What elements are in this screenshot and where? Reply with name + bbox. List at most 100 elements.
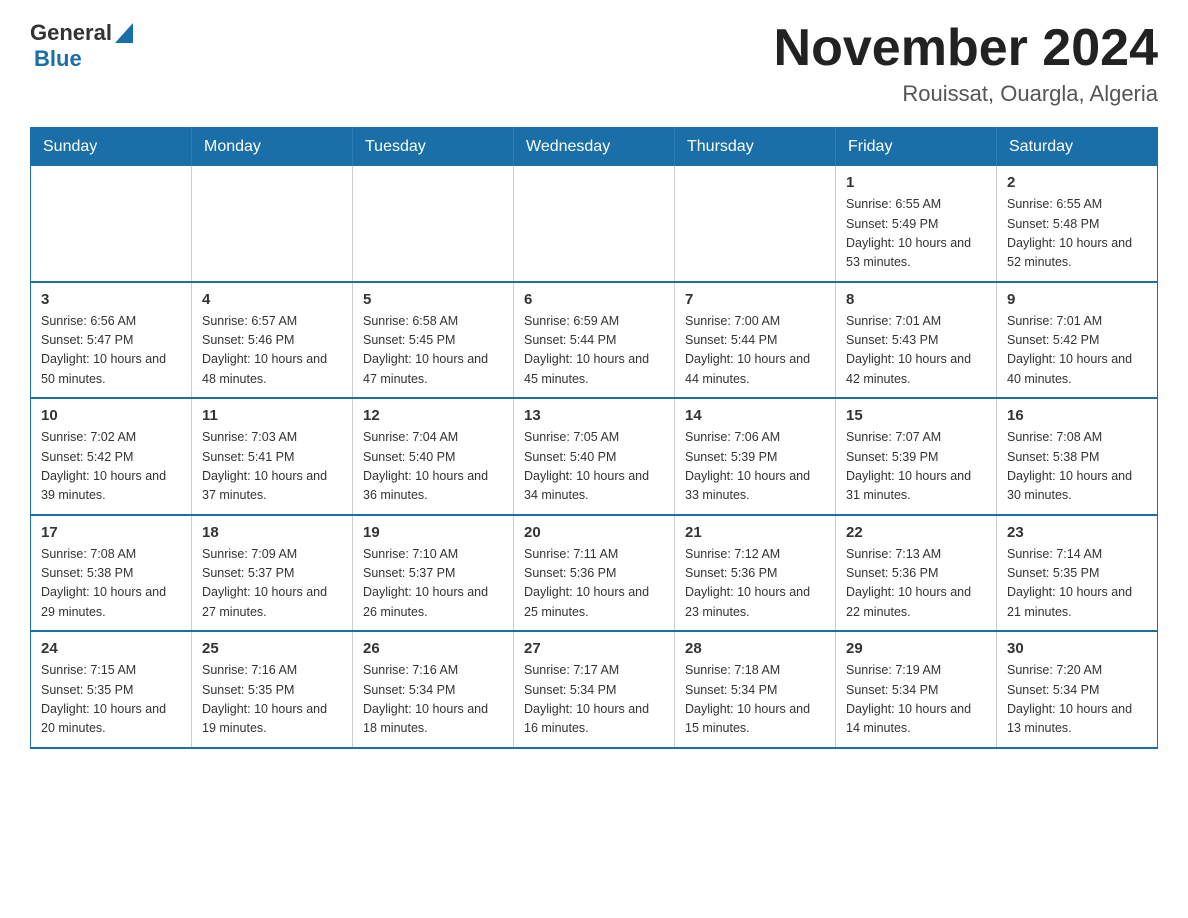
calendar-cell: 27 Sunrise: 7:17 AM Sunset: 5:34 PM Dayli… [514,631,675,748]
day-number: 26 [363,640,503,657]
day-number: 18 [202,524,342,541]
day-number: 15 [846,407,986,424]
calendar-cell: 10 Sunrise: 7:02 AM Sunset: 5:42 PM Dayli… [31,398,192,515]
day-number: 24 [41,640,181,657]
week-row-4: 17 Sunrise: 7:08 AM Sunset: 5:38 PM Dayli… [31,515,1158,632]
weekday-header-wednesday: Wednesday [514,128,675,167]
day-info: Sunrise: 6:55 AM Sunset: 5:48 PM Dayligh… [1007,195,1147,273]
day-info: Sunrise: 7:16 AM Sunset: 5:34 PM Dayligh… [363,661,503,739]
calendar-cell: 16Sunrise: 7:08 AM Sunset: 5:38 PM Dayli… [997,398,1158,515]
day-info: Sunrise: 6:56 AM Sunset: 5:47 PM Dayligh… [41,312,181,390]
week-row-5: 24 Sunrise: 7:15 AM Sunset: 5:35 PM Dayli… [31,631,1158,748]
logo-triangle-icon [115,23,133,43]
day-number: 3 [41,291,181,308]
day-number: 27 [524,640,664,657]
day-info: Sunrise: 7:06 AM Sunset: 5:39 PM Dayligh… [685,428,825,506]
day-number: 21 [685,524,825,541]
day-number: 4 [202,291,342,308]
day-info: Sunrise: 7:00 AM Sunset: 5:44 PM Dayligh… [685,312,825,390]
day-info: Sunrise: 7:09 AM Sunset: 5:37 PM Dayligh… [202,545,342,623]
calendar-cell: 20Sunrise: 7:11 AM Sunset: 5:36 PM Dayli… [514,515,675,632]
day-number: 17 [41,524,181,541]
logo-blue-text: Blue [34,46,82,71]
day-info: Sunrise: 7:16 AM Sunset: 5:35 PM Dayligh… [202,661,342,739]
day-number: 22 [846,524,986,541]
calendar-cell: 1 Sunrise: 6:55 AM Sunset: 5:49 PM Daylig… [836,166,997,282]
calendar-cell: 12Sunrise: 7:04 AM Sunset: 5:40 PM Dayli… [353,398,514,515]
day-number: 12 [363,407,503,424]
day-number: 2 [1007,174,1147,191]
day-number: 20 [524,524,664,541]
day-info: Sunrise: 7:10 AM Sunset: 5:37 PM Dayligh… [363,545,503,623]
title-section: November 2024 Rouissat, Ouargla, Algeria [774,20,1158,107]
calendar-cell: 19Sunrise: 7:10 AM Sunset: 5:37 PM Dayli… [353,515,514,632]
calendar-cell [192,166,353,282]
day-number: 5 [363,291,503,308]
calendar-cell: 14 Sunrise: 7:06 AM Sunset: 5:39 PM Dayli… [675,398,836,515]
calendar-cell: 9 Sunrise: 7:01 AM Sunset: 5:42 PM Daylig… [997,282,1158,399]
day-info: Sunrise: 6:59 AM Sunset: 5:44 PM Dayligh… [524,312,664,390]
day-info: Sunrise: 7:18 AM Sunset: 5:34 PM Dayligh… [685,661,825,739]
day-info: Sunrise: 7:02 AM Sunset: 5:42 PM Dayligh… [41,428,181,506]
calendar-cell: 8Sunrise: 7:01 AM Sunset: 5:43 PM Daylig… [836,282,997,399]
calendar-cell: 29Sunrise: 7:19 AM Sunset: 5:34 PM Dayli… [836,631,997,748]
logo: General Blue [30,20,133,72]
day-info: Sunrise: 7:17 AM Sunset: 5:34 PM Dayligh… [524,661,664,739]
day-number: 14 [685,407,825,424]
day-number: 13 [524,407,664,424]
week-row-3: 10 Sunrise: 7:02 AM Sunset: 5:42 PM Dayli… [31,398,1158,515]
calendar-cell: 21 Sunrise: 7:12 AM Sunset: 5:36 PM Dayli… [675,515,836,632]
weekday-header-sunday: Sunday [31,128,192,167]
day-info: Sunrise: 7:08 AM Sunset: 5:38 PM Dayligh… [41,545,181,623]
day-number: 7 [685,291,825,308]
day-info: Sunrise: 7:05 AM Sunset: 5:40 PM Dayligh… [524,428,664,506]
day-number: 11 [202,407,342,424]
day-number: 28 [685,640,825,657]
calendar-cell [31,166,192,282]
page-header: General Blue November 2024 Rouissat, Oua… [30,20,1158,107]
calendar-cell: 11 Sunrise: 7:03 AM Sunset: 5:41 PM Dayli… [192,398,353,515]
calendar-cell: 7 Sunrise: 7:00 AM Sunset: 5:44 PM Daylig… [675,282,836,399]
day-info: Sunrise: 7:14 AM Sunset: 5:35 PM Dayligh… [1007,545,1147,623]
day-info: Sunrise: 7:12 AM Sunset: 5:36 PM Dayligh… [685,545,825,623]
day-info: Sunrise: 7:03 AM Sunset: 5:41 PM Dayligh… [202,428,342,506]
calendar-cell: 23 Sunrise: 7:14 AM Sunset: 5:35 PM Dayli… [997,515,1158,632]
calendar-cell [675,166,836,282]
month-title: November 2024 [774,20,1158,77]
day-info: Sunrise: 6:55 AM Sunset: 5:49 PM Dayligh… [846,195,986,273]
calendar-table: SundayMondayTuesdayWednesdayThursdayFrid… [30,127,1158,749]
calendar-cell: 2 Sunrise: 6:55 AM Sunset: 5:48 PM Daylig… [997,166,1158,282]
day-number: 30 [1007,640,1147,657]
day-number: 23 [1007,524,1147,541]
day-number: 25 [202,640,342,657]
calendar-cell: 26 Sunrise: 7:16 AM Sunset: 5:34 PM Dayli… [353,631,514,748]
weekday-header-row: SundayMondayTuesdayWednesdayThursdayFrid… [31,128,1158,167]
day-info: Sunrise: 7:15 AM Sunset: 5:35 PM Dayligh… [41,661,181,739]
location-title: Rouissat, Ouargla, Algeria [774,81,1158,107]
week-row-1: 1 Sunrise: 6:55 AM Sunset: 5:49 PM Daylig… [31,166,1158,282]
calendar-cell: 6Sunrise: 6:59 AM Sunset: 5:44 PM Daylig… [514,282,675,399]
calendar-cell: 15Sunrise: 7:07 AM Sunset: 5:39 PM Dayli… [836,398,997,515]
day-info: Sunrise: 7:13 AM Sunset: 5:36 PM Dayligh… [846,545,986,623]
calendar-cell: 5Sunrise: 6:58 AM Sunset: 5:45 PM Daylig… [353,282,514,399]
calendar-cell [353,166,514,282]
calendar-cell: 28 Sunrise: 7:18 AM Sunset: 5:34 PM Dayli… [675,631,836,748]
day-info: Sunrise: 7:01 AM Sunset: 5:43 PM Dayligh… [846,312,986,390]
day-number: 9 [1007,291,1147,308]
day-info: Sunrise: 7:19 AM Sunset: 5:34 PM Dayligh… [846,661,986,739]
calendar-cell: 24 Sunrise: 7:15 AM Sunset: 5:35 PM Dayli… [31,631,192,748]
day-number: 10 [41,407,181,424]
calendar-cell: 30Sunrise: 7:20 AM Sunset: 5:34 PM Dayli… [997,631,1158,748]
weekday-header-tuesday: Tuesday [353,128,514,167]
day-number: 1 [846,174,986,191]
logo-general-text: General [30,20,112,46]
day-info: Sunrise: 7:01 AM Sunset: 5:42 PM Dayligh… [1007,312,1147,390]
day-info: Sunrise: 7:08 AM Sunset: 5:38 PM Dayligh… [1007,428,1147,506]
calendar-cell: 25 Sunrise: 7:16 AM Sunset: 5:35 PM Dayli… [192,631,353,748]
calendar-cell: 13 Sunrise: 7:05 AM Sunset: 5:40 PM Dayli… [514,398,675,515]
weekday-header-thursday: Thursday [675,128,836,167]
calendar-cell: 17 Sunrise: 7:08 AM Sunset: 5:38 PM Dayli… [31,515,192,632]
calendar-cell [514,166,675,282]
weekday-header-saturday: Saturday [997,128,1158,167]
week-row-2: 3 Sunrise: 6:56 AM Sunset: 5:47 PM Daylig… [31,282,1158,399]
